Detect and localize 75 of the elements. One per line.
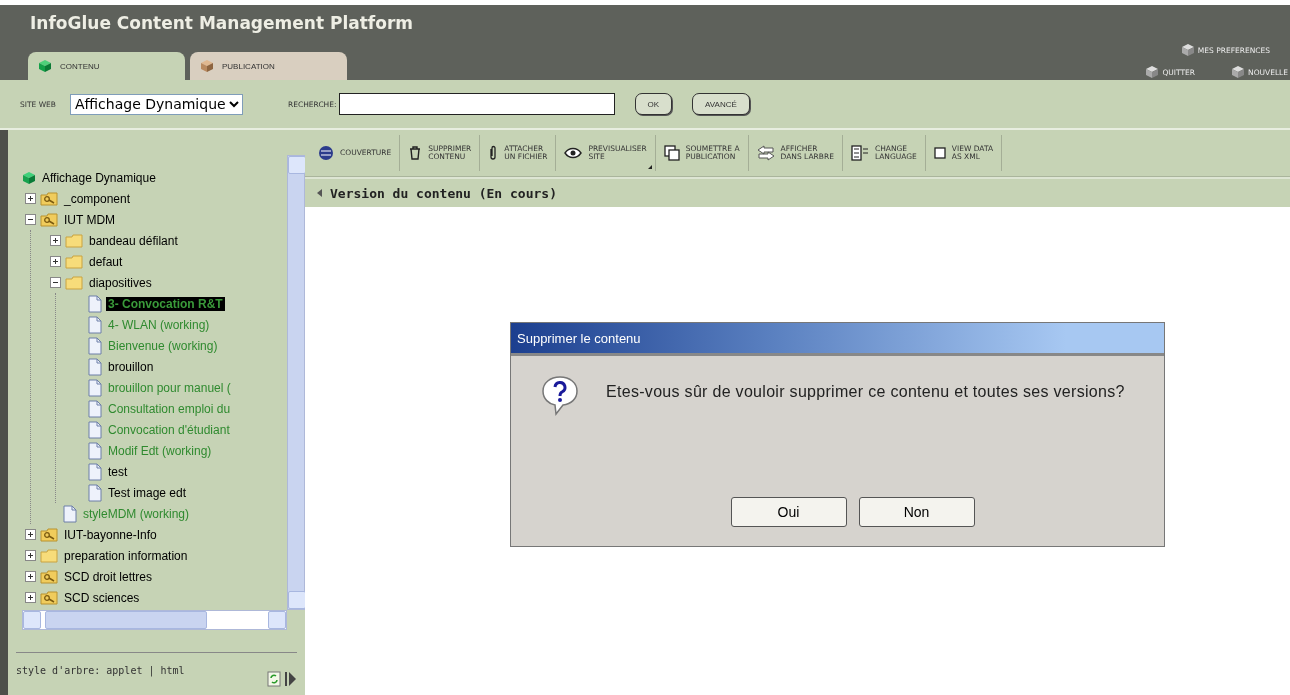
expand-icon[interactable] [25, 592, 36, 603]
document-icon [88, 483, 102, 502]
tab[interactable]: CONTENU [28, 52, 185, 80]
tree-item[interactable]: SCD droit lettres [62, 569, 155, 584]
dialog-title: Supprimer le contenu [511, 323, 1164, 356]
pages-icon [663, 145, 680, 161]
yes-button[interactable]: Oui [730, 497, 847, 527]
document-icon [88, 357, 102, 376]
folder-icon [40, 590, 58, 605]
tree-item[interactable]: IUT-bayonne-Info [62, 527, 159, 542]
document-icon [88, 294, 102, 313]
collapse-icon[interactable] [50, 277, 61, 288]
tree-item[interactable]: defaut [87, 254, 125, 269]
tree-item[interactable]: preparation information [62, 548, 190, 563]
cube-icon [1180, 43, 1195, 57]
expand-icon[interactable] [25, 193, 36, 204]
paperclip-icon [488, 145, 499, 161]
tree-item[interactable]: bandeau défilant [87, 233, 180, 248]
tree-item[interactable]: brouillon [106, 359, 156, 374]
collapse-icon[interactable] [25, 214, 36, 225]
cube-icon [22, 170, 36, 185]
section-heading: Version du contenu (En cours) [330, 185, 557, 201]
cube-icon [1231, 65, 1246, 79]
folder-icon [65, 254, 83, 269]
square-icon [933, 147, 946, 159]
cube-icon [38, 59, 52, 73]
no-button[interactable]: Non [858, 497, 975, 527]
expand-icon[interactable] [50, 256, 61, 267]
expand-icon[interactable] [25, 571, 36, 582]
vertical-scrollbar[interactable] [287, 155, 305, 610]
tree-item[interactable]: Affichage Dynamique [40, 170, 158, 185]
app-title: InfoGlue Content Management Platform [30, 13, 413, 33]
dialog-message: Etes-vous sûr de vouloir supprimer ce contenu et toutes ses versions? [606, 382, 1125, 402]
document-icon [88, 378, 102, 397]
folder-icon [40, 548, 58, 563]
search-field[interactable] [338, 93, 615, 115]
document-icon [88, 336, 102, 355]
folder-icon [40, 212, 58, 227]
question-icon [539, 374, 581, 418]
eye-icon [564, 147, 583, 159]
ok-button[interactable]: OK [634, 93, 673, 115]
tree-item[interactable]: 3- Convocation R&T [106, 296, 225, 311]
collapse-icon[interactable] [285, 671, 297, 687]
cube-icon [200, 59, 214, 73]
folder-icon [65, 233, 83, 248]
globe-icon [318, 145, 334, 161]
folder-icon [40, 527, 58, 542]
horizontal-scrollbar[interactable] [22, 610, 287, 630]
folder-icon [40, 569, 58, 584]
tree-style-links[interactable]: style d'arbre: applet | html [16, 665, 185, 676]
site-dropdown[interactable]: Affichage Dynamique [70, 93, 243, 115]
document-icon [88, 462, 102, 481]
expand-icon[interactable] [25, 529, 36, 540]
tree-item[interactable]: Test image edt [106, 485, 189, 500]
document-icon [63, 504, 77, 523]
document-icon [88, 315, 102, 334]
document-icon [88, 420, 102, 439]
folder-icon [65, 275, 83, 290]
cube-icon [1145, 65, 1160, 79]
expand-icon[interactable] [25, 550, 36, 561]
tree-item[interactable]: IUT MDM [62, 212, 118, 227]
document-icon [88, 399, 102, 418]
advanced-button[interactable]: AVANCÉ [692, 93, 750, 115]
expand-icon[interactable] [50, 235, 61, 246]
tab[interactable]: PUBLICATION [190, 52, 347, 80]
folder-icon [40, 191, 58, 206]
document-icon [850, 145, 869, 161]
tree-item[interactable]: diapositives [87, 275, 154, 290]
tree-item[interactable]: _component [62, 191, 133, 206]
trash-icon [408, 146, 423, 160]
arrows-icon [756, 145, 775, 161]
document-icon [88, 441, 102, 460]
tree-item[interactable]: SCD sciences [62, 590, 142, 605]
tree-item[interactable]: test [106, 464, 130, 479]
refresh-icon[interactable] [267, 671, 281, 687]
